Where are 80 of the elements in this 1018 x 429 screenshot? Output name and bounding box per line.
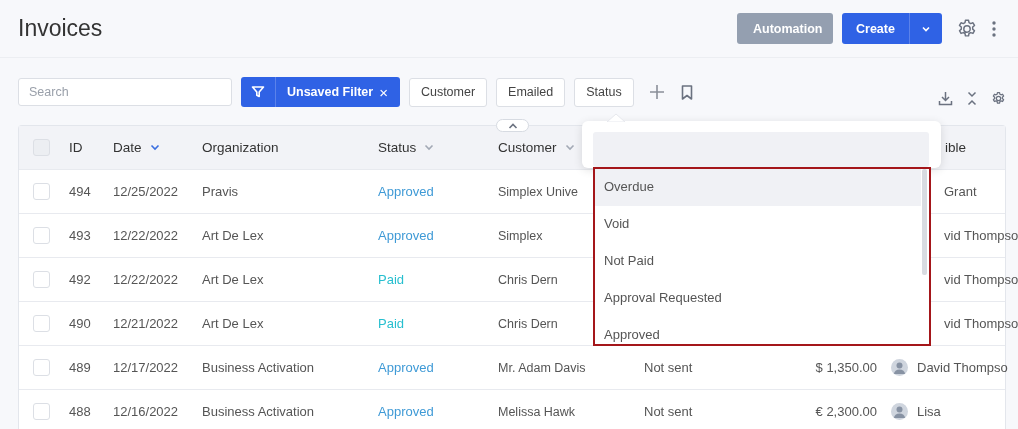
row-checkbox[interactable]	[33, 315, 50, 332]
table-cell: vid Thompso	[944, 272, 1018, 287]
collapse-toggle[interactable]	[496, 119, 529, 132]
table-cell: vid Thompso	[944, 316, 1018, 331]
settings-icon[interactable]	[991, 90, 1006, 106]
column-header[interactable]: Customer	[498, 140, 557, 155]
status-option[interactable]: Not Paid	[595, 243, 921, 280]
row-checkbox[interactable]	[33, 271, 50, 288]
table-cell-text: Art De Lex	[202, 316, 265, 331]
table-cell-text: Art De Lex	[202, 272, 265, 287]
table-cell: Lisa	[917, 404, 941, 419]
status-label: Approved	[378, 228, 435, 243]
chevron-down-icon[interactable]	[424, 144, 435, 151]
column-header: ible	[945, 140, 966, 155]
create-button[interactable]: Create	[842, 13, 910, 44]
status-option[interactable]: Void	[595, 206, 921, 243]
filter-button[interactable]: Unsaved Filter ×	[241, 77, 400, 107]
table-cell-text: 490	[69, 316, 92, 331]
table-cell-text: Business Activation	[202, 360, 315, 375]
filter-icon	[251, 85, 265, 99]
search-field[interactable]	[593, 132, 929, 167]
table-cell-text: 12/22/2022	[113, 272, 180, 287]
status-label: Paid	[378, 316, 406, 331]
filter-chip[interactable]: Emailed	[496, 77, 566, 107]
column-header: ID	[69, 140, 83, 155]
status-option[interactable]: Approval Requested	[595, 280, 921, 317]
table-cell-text: 12/21/2022	[113, 316, 180, 331]
table-cell-text: 12/22/2022	[113, 228, 180, 243]
page-title: Invoices	[18, 15, 103, 42]
status-option[interactable]: Overdue	[595, 169, 921, 206]
download-icon[interactable]	[938, 90, 953, 106]
collapse-icon[interactable]	[967, 90, 977, 106]
row-checkbox[interactable]	[33, 227, 50, 244]
row-checkbox[interactable]	[33, 403, 50, 420]
table-cell-text: € 2,300.00	[814, 404, 878, 419]
table-cell: Chris Dern	[498, 316, 558, 331]
table-cell-text: 494	[69, 184, 92, 199]
table-cell: Mr. Adam Davis	[498, 360, 586, 375]
table-cell-text: 489	[69, 360, 92, 375]
table-cell: David Thompso	[917, 360, 1008, 375]
search-field[interactable]: Search	[18, 78, 232, 106]
table-cell-text: 492	[69, 272, 92, 287]
column-header[interactable]: Date	[113, 140, 142, 155]
row-checkbox[interactable]	[33, 359, 50, 376]
table-cell: Melissa Hawk	[498, 404, 576, 419]
chevron-down-icon[interactable]	[564, 144, 575, 151]
create-menu-button[interactable]	[910, 13, 942, 44]
bookmark-icon[interactable]	[680, 84, 693, 100]
table-cell-text: 12/16/2022	[113, 404, 180, 419]
status-label: Approved	[378, 184, 435, 199]
table-cell-text: $ 1,350.00	[814, 360, 878, 375]
filter-chip[interactable]: Status	[574, 77, 634, 107]
table-cell-text: Not sent	[644, 404, 694, 419]
filter-chip[interactable]: Customer	[408, 77, 488, 107]
status-label: Approved	[378, 404, 435, 419]
scrollbar[interactable]	[922, 169, 927, 275]
table-cell: vid Thompso	[944, 228, 1018, 243]
add-icon[interactable]	[648, 84, 665, 100]
table-cell-text: 493	[69, 228, 92, 243]
table-cell-text: Not sent	[644, 360, 694, 375]
column-header: Organization	[202, 140, 279, 155]
table-cell: Chris Dern	[498, 272, 558, 287]
table-cell-text: Business Activation	[202, 404, 315, 419]
table-cell-text: 12/17/2022	[113, 360, 180, 375]
chevron-up-icon	[507, 122, 518, 129]
table-cell: Simplex	[498, 228, 543, 243]
table-cell-text: 12/25/2022	[113, 184, 180, 199]
status-label: Paid	[378, 272, 406, 287]
table-cell-text: Art De Lex	[202, 228, 265, 243]
column-header[interactable]: Status	[378, 140, 417, 155]
table-cell-text: 488	[69, 404, 92, 419]
status-label: Approved	[378, 360, 435, 375]
more-icon[interactable]	[992, 20, 996, 37]
table-cell: Grant	[944, 184, 977, 199]
table-cell-text: Pravis	[202, 184, 240, 199]
status-option[interactable]: Approved	[595, 317, 921, 344]
settings-icon[interactable]	[956, 17, 978, 40]
table-cell: Simplex Unive	[498, 184, 578, 199]
chevron-down-icon[interactable]	[149, 144, 160, 151]
row-checkbox[interactable]	[33, 183, 50, 200]
